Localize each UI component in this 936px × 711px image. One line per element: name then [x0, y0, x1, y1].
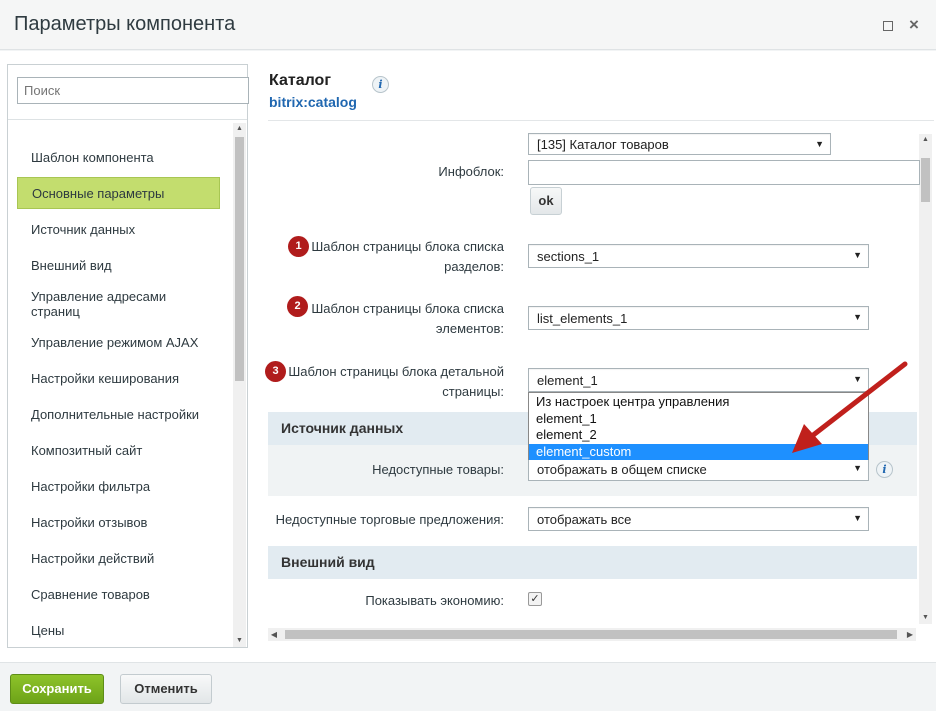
param-label-line: разделов: [444, 259, 504, 274]
sidebar-item-reviews[interactable]: Настройки отзывов [17, 515, 220, 530]
sidebar-item-composite[interactable]: Композитный сайт [17, 443, 220, 458]
ok-button[interactable]: ok [530, 187, 562, 215]
sidebar: Шаблон компонента Основные параметры Ист… [7, 64, 249, 648]
chevron-down-icon: ▼ [853, 250, 862, 260]
sidebar-item-ajax[interactable]: Управление режимом AJAX [17, 335, 220, 350]
window-titlebar: Параметры компонента × [0, 0, 936, 50]
param-label-line: страницы: [442, 384, 504, 399]
chevron-down-icon: ▼ [853, 312, 862, 322]
window-title: Параметры компонента [14, 13, 236, 35]
param-label-detail: Шаблон страницы блока детальной страницы… [280, 362, 504, 402]
scroll-thumb[interactable] [921, 158, 930, 202]
component-code: bitrix:catalog [269, 94, 357, 110]
scroll-thumb[interactable] [235, 137, 244, 381]
save-button[interactable]: Сохранить [10, 674, 104, 704]
main-scrollbar[interactable]: ▲ ▼ [919, 134, 932, 624]
infoblock-label: Инфоблок: [438, 164, 504, 179]
unavailable-offers-label: Недоступные торговые предложения: [275, 512, 504, 527]
chevron-down-icon: ▼ [853, 513, 862, 523]
sidebar-item-url-management[interactable]: Управление адресами страниц [17, 289, 197, 319]
param-label-elements: Шаблон страницы блока списка элементов: [300, 299, 504, 339]
scroll-up-icon[interactable]: ▲ [233, 123, 246, 135]
unavailable-goods-label: Недоступные товары: [372, 462, 504, 477]
sidebar-item-additional[interactable]: Дополнительные настройки [17, 407, 220, 422]
sidebar-item-prices[interactable]: Цены [17, 623, 220, 638]
infoblock-field[interactable] [528, 160, 920, 185]
param-label-sections: Шаблон страницы блока списка разделов: [300, 237, 504, 277]
param-label-line: Шаблон страницы блока списка [311, 301, 504, 316]
show-savings-label: Показывать экономию: [365, 593, 504, 608]
divider [8, 119, 247, 120]
maximize-icon[interactable] [880, 18, 894, 32]
scroll-left-icon[interactable]: ◀ [268, 628, 280, 641]
show-savings-checkbox[interactable]: ✓ [528, 592, 542, 606]
scroll-up-icon[interactable]: ▲ [919, 134, 932, 146]
sidebar-item-compare[interactable]: Сравнение товаров [17, 587, 220, 602]
param-label-line: Шаблон страницы блока списка [311, 239, 504, 254]
select-value: отображать все [537, 512, 632, 527]
sidebar-scrollbar[interactable]: ▲ ▼ [233, 123, 246, 647]
page-title: Каталог [269, 72, 331, 89]
unavailable-offers-select[interactable]: отображать все ▼ [528, 507, 869, 531]
sidebar-item-actions[interactable]: Настройки действий [17, 551, 220, 566]
scroll-down-icon[interactable]: ▼ [919, 612, 932, 624]
param-label-line: элементов: [435, 321, 504, 336]
sidebar-item-filter[interactable]: Настройки фильтра [17, 479, 220, 494]
chevron-down-icon: ▼ [815, 139, 824, 149]
scroll-thumb[interactable] [285, 630, 897, 639]
annotation-arrow-icon [792, 361, 908, 453]
elements-template-select[interactable]: list_elements_1 ▼ [528, 306, 869, 330]
sidebar-item-data-source[interactable]: Источник данных [17, 222, 220, 237]
info-icon[interactable]: i [372, 76, 389, 93]
main-hscrollbar[interactable]: ◀ ▶ [268, 628, 916, 641]
infoblock-select[interactable]: [135] Каталог товаров ▼ [528, 133, 831, 155]
param-label-line: Шаблон страницы блока детальной [288, 364, 504, 379]
infoblock-select-value: [135] Каталог товаров [537, 137, 669, 152]
divider [268, 120, 934, 121]
sidebar-item-caching[interactable]: Настройки кеширования [17, 371, 220, 386]
select-value: отображать в общем списке [537, 462, 707, 477]
section-header-appearance[interactable]: Внешний вид [268, 546, 917, 579]
select-value: sections_1 [537, 249, 600, 264]
scroll-down-icon[interactable]: ▼ [233, 635, 246, 647]
sidebar-item-main-params[interactable]: Основные параметры [17, 177, 220, 209]
cancel-button[interactable]: Отменить [120, 674, 212, 704]
sidebar-item-component-template[interactable]: Шаблон компонента [17, 150, 220, 165]
scroll-right-icon[interactable]: ▶ [904, 628, 916, 641]
sidebar-item-appearance[interactable]: Внешний вид [17, 258, 220, 273]
select-value: list_elements_1 [537, 311, 628, 326]
close-icon[interactable]: × [907, 16, 921, 33]
select-value: element_1 [537, 373, 598, 388]
sections-template-select[interactable]: sections_1 ▼ [528, 244, 869, 268]
search-input[interactable] [17, 77, 249, 104]
